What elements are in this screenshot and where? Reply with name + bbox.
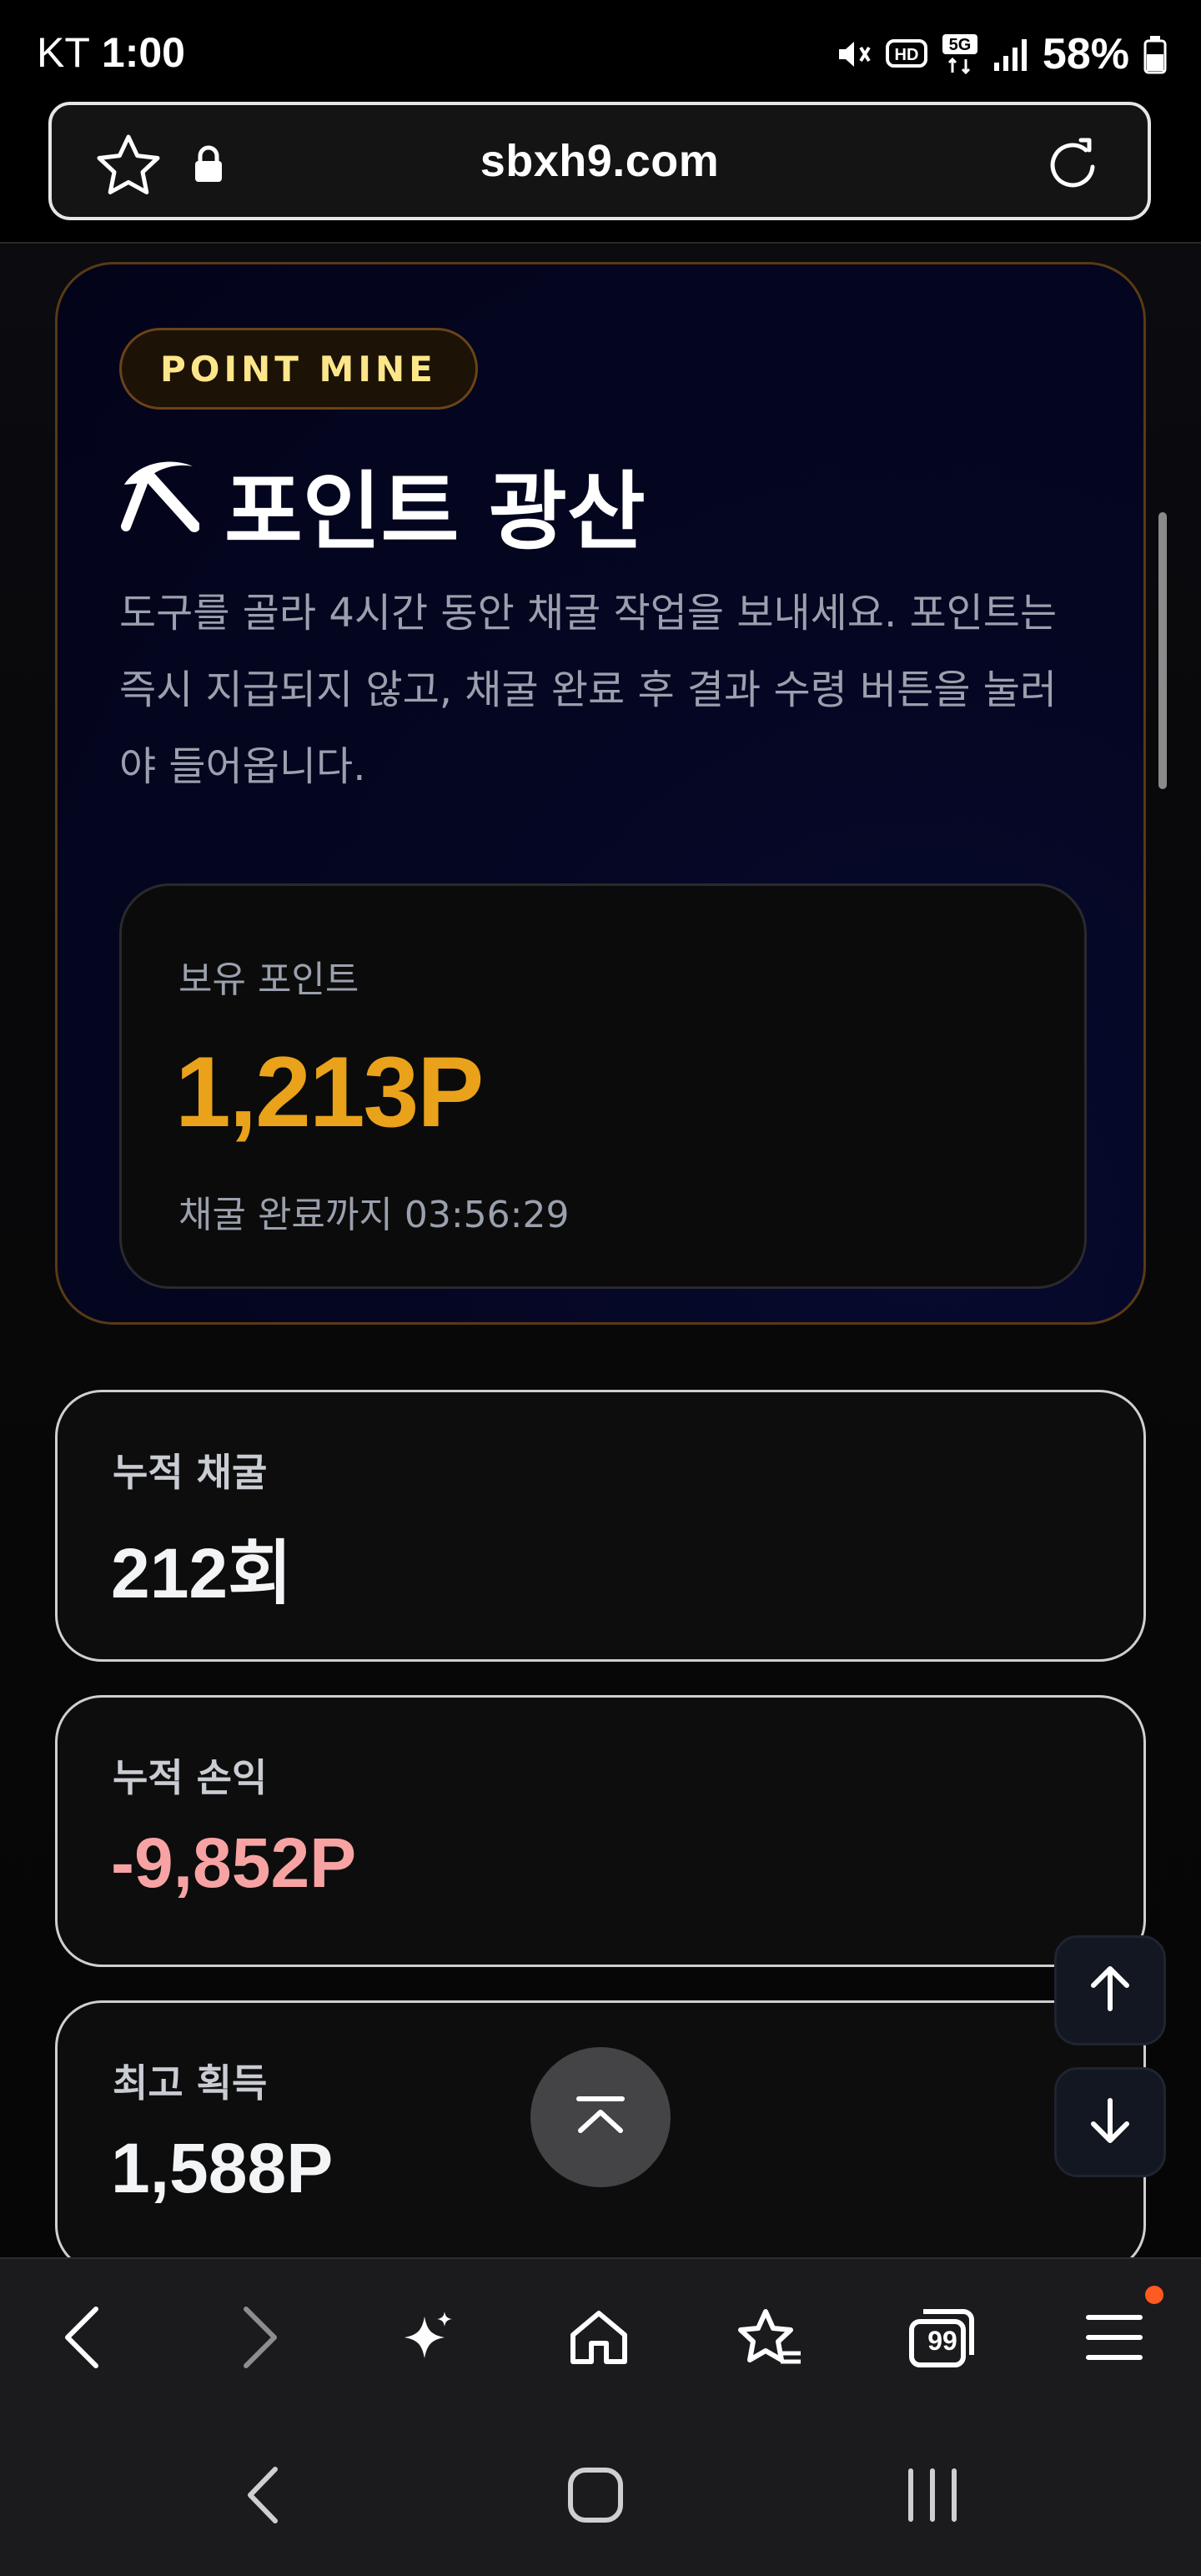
carrier-label: KT xyxy=(37,29,90,76)
menu-notification-dot xyxy=(1145,2286,1163,2304)
stat-label: 누적 손익 xyxy=(113,1755,268,1800)
status-left: KT 1:00 xyxy=(37,23,185,82)
pickaxe-icon xyxy=(119,455,200,556)
bookmarks-icon xyxy=(737,2307,804,2372)
stat-card-total-mining: 누적 채굴 212회 xyxy=(55,1390,1146,1662)
svg-text:HD: HD xyxy=(894,46,918,64)
stat-label: 누적 채굴 xyxy=(113,1450,268,1495)
mute-icon xyxy=(836,36,872,73)
system-recents-button[interactable] xyxy=(891,2459,974,2534)
system-navigation-bar xyxy=(0,2418,1201,2576)
page-scrollbar[interactable] xyxy=(1158,512,1167,789)
browser-toolbar: sbxh9.com xyxy=(0,100,1201,244)
home-icon xyxy=(568,2308,630,2370)
system-home-icon xyxy=(566,2466,625,2528)
stat-value: 212회 xyxy=(111,1534,293,1613)
page-down-button[interactable] xyxy=(1054,2067,1166,2177)
clock: 1:00 xyxy=(101,29,185,76)
page-description: 도구를 골라 4시간 동안 채굴 작업을 보내세요. 포인트는 즉시 지급되지 … xyxy=(119,590,1058,790)
system-back-button[interactable] xyxy=(220,2459,304,2534)
mining-timer: 채굴 완료까지 03:56:29 xyxy=(178,1194,570,1236)
back-icon xyxy=(61,2306,103,2372)
stat-label: 최고 획득 xyxy=(113,2060,268,2106)
svg-text:5G: 5G xyxy=(949,36,972,54)
status-bar: KT 1:00 HD 5G 58% xyxy=(0,0,1201,100)
battery-percent: 58% xyxy=(1042,30,1129,78)
ai-assistant-button[interactable] xyxy=(395,2306,462,2372)
tabs-button[interactable]: 99 xyxy=(909,2306,976,2372)
scroll-to-top-button[interactable] xyxy=(530,2047,671,2187)
hd-voice-icon: HD xyxy=(885,38,927,71)
system-back-icon xyxy=(244,2466,280,2528)
arrow-down-icon xyxy=(1087,2097,1133,2147)
reload-icon[interactable] xyxy=(1043,133,1104,199)
sparkle-ai-icon xyxy=(399,2308,458,2370)
web-page[interactable]: POINT MINE 포인트 광산 도구를 골라 4시간 동안 채굴 작업을 보… xyxy=(0,244,1201,2257)
stat-value: 1,588P xyxy=(111,2129,334,2207)
tabs-count: 99 xyxy=(927,2326,957,2356)
point-mine-hero-card: POINT MINE 포인트 광산 도구를 골라 4시간 동안 채굴 작업을 보… xyxy=(55,262,1146,1325)
stat-card-total-profit: 누적 손익 -9,852P xyxy=(55,1695,1146,1967)
menu-button[interactable] xyxy=(1081,2306,1148,2372)
point-mine-badge: POINT MINE xyxy=(119,328,478,410)
menu-icon xyxy=(1085,2311,1143,2367)
balance-value: 1,213P xyxy=(175,1036,484,1148)
5g-icon: 5G xyxy=(941,33,979,76)
page-title: 포인트 광산 xyxy=(119,446,646,563)
forward-button[interactable] xyxy=(227,2306,294,2372)
arrow-up-icon xyxy=(1087,1965,1133,2015)
chevron-up-to-top-icon xyxy=(574,2096,627,2139)
stat-value: -9,852P xyxy=(111,1824,357,1902)
address-bar[interactable]: sbxh9.com xyxy=(48,102,1151,220)
page-up-button[interactable] xyxy=(1054,1935,1166,2045)
home-button[interactable] xyxy=(565,2306,632,2372)
balance-panel: 보유 포인트 1,213P 채굴 완료까지 03:56:29 xyxy=(119,883,1087,1289)
page-title-text: 포인트 광산 xyxy=(224,462,646,562)
bookmarks-button[interactable] xyxy=(737,2306,804,2372)
status-right: HD 5G 58% xyxy=(836,25,1168,83)
battery-icon xyxy=(1143,34,1168,74)
forward-icon xyxy=(239,2306,281,2372)
system-recents-icon xyxy=(906,2468,959,2526)
url-text[interactable]: sbxh9.com xyxy=(52,135,1148,187)
system-home-button[interactable] xyxy=(554,2459,637,2534)
browser-bottom-bar: 99 xyxy=(0,2257,1201,2419)
signal-icon xyxy=(992,36,1029,73)
back-button[interactable] xyxy=(48,2306,115,2372)
balance-label: 보유 포인트 xyxy=(178,958,359,1001)
